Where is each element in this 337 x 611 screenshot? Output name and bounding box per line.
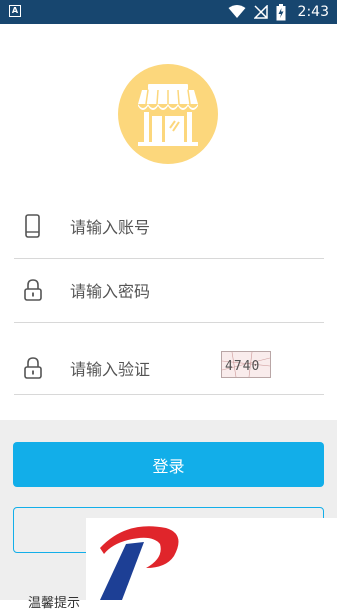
signal-off-icon (253, 5, 268, 19)
lock-icon (24, 357, 42, 379)
status-bar: A 2:43 (0, 0, 337, 24)
app-logo (118, 64, 218, 164)
password-input[interactable] (68, 276, 272, 306)
watermark-logo (86, 518, 337, 600)
notification-a-icon: A (9, 5, 21, 17)
battery-charging-icon (276, 3, 286, 20)
watermark-p-icon (100, 526, 179, 600)
login-button-label: 登录 (152, 456, 185, 476)
captcha-noise: 4740 (221, 351, 271, 378)
wifi-icon (228, 5, 246, 18)
footer-tip-text: 温馨提示 (28, 596, 81, 611)
captcha-input[interactable] (68, 354, 212, 384)
lock-icon (24, 279, 42, 301)
captcha-row: 4740 (14, 330, 324, 395)
status-bar-right: 2:43 (228, 0, 329, 24)
account-row (14, 194, 324, 259)
mobile-phone-icon (25, 214, 40, 238)
captcha-image[interactable]: 4740 (221, 351, 271, 378)
status-time: 2:43 (297, 4, 329, 20)
login-button[interactable]: 登录 (13, 442, 324, 487)
account-input[interactable] (68, 212, 272, 242)
password-row (14, 258, 324, 323)
storefront-icon (138, 84, 198, 146)
captcha-text: 4740 (225, 359, 260, 374)
